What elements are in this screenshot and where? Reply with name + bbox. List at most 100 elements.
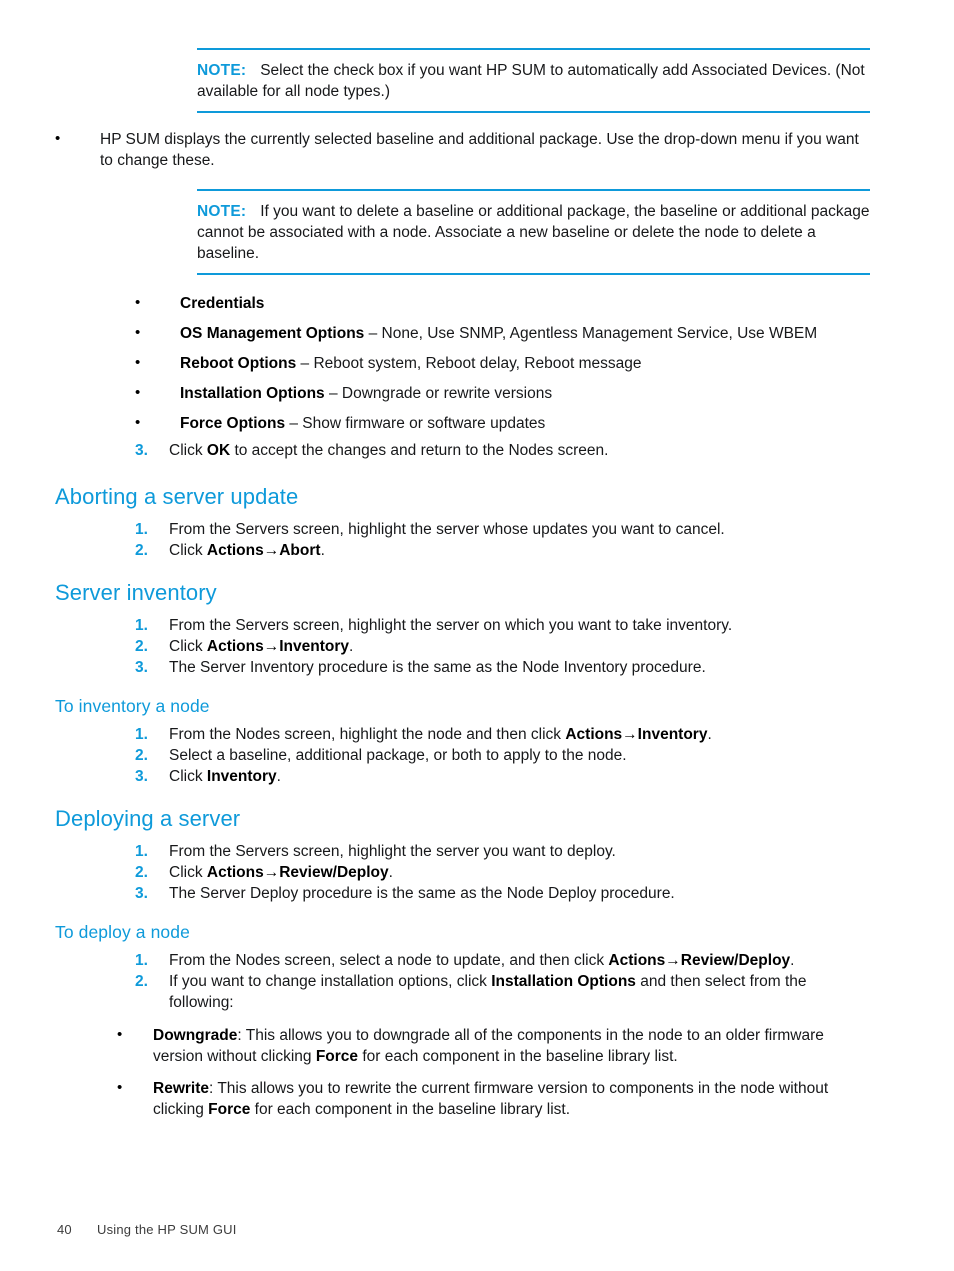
document-page: NOTE: Select the check box if you want HP…: [0, 0, 954, 1271]
note-1-text: Select the check box if you want HP SUM …: [197, 62, 865, 100]
sub-bullet-part2: for each component in the baseline libra…: [358, 1048, 678, 1065]
list-item: Rewrite: This allows you to rewrite the …: [117, 1077, 870, 1120]
step-number: 2.: [135, 747, 148, 764]
step-text-pre: From the Nodes screen, select a node to …: [169, 952, 609, 969]
list-item: 3. The Server Inventory procedure is the …: [135, 657, 870, 678]
list-item: Downgrade: This allows you to downgrade …: [117, 1024, 870, 1067]
step-text-pre: Click: [169, 864, 207, 881]
option-desc: – Downgrade or rewrite versions: [324, 385, 553, 402]
list-item: 3. The Server Deploy procedure is the sam…: [135, 883, 870, 904]
option-term: Credentials: [180, 295, 265, 312]
step-text-bold: Actions→Review/Deploy: [608, 952, 791, 969]
step-text-bold: Inventory: [206, 768, 277, 785]
step-number: 1.: [135, 726, 148, 743]
section-heading-to-inventory-a-node: To inventory a node: [55, 696, 210, 716]
step-text-pre: From the Servers screen, highlight the s…: [169, 617, 733, 634]
option-term: Installation Options: [180, 385, 325, 402]
option-term: OS Management Options: [180, 325, 365, 342]
step-text-pre: Click: [169, 542, 207, 559]
list-item: OS Management Options – None, Use SNMP, …: [135, 322, 870, 344]
step-number: 1.: [135, 952, 148, 969]
steps-to-inventory-a-node: 1. From the Nodes screen, highlight the n…: [135, 724, 870, 787]
sub-bullet-bold2: Force: [208, 1101, 251, 1118]
step-text-pre: The Server Deploy procedure is the same …: [169, 885, 675, 902]
steps-deploying-a-server: 1. From the Servers screen, highlight the…: [135, 841, 870, 904]
options-bullet-list: Credentials OS Management Options – None…: [135, 292, 870, 434]
step-text-bold: OK: [206, 442, 231, 459]
step-text-post: .: [349, 638, 354, 655]
sub-bullet-term: Rewrite: [153, 1080, 209, 1097]
step-text-post: .: [707, 726, 712, 743]
footer-chapter-title: Using the HP SUM GUI: [97, 1222, 237, 1237]
section-heading-aborting-a-server-update: Aborting a server update: [55, 484, 299, 509]
sub-bullet-part2: for each component in the baseline libra…: [250, 1101, 571, 1118]
option-term: Reboot Options: [180, 355, 297, 372]
list-item: 2. Click Actions→Inventory.: [135, 636, 870, 657]
step-text-post: to accept the changes and return to the …: [230, 442, 609, 459]
step-text-pre: If you want to change installation optio…: [169, 973, 492, 990]
list-item: 2. Select a baseline, additional package,…: [135, 745, 870, 766]
steps-aborting-a-server-update: 1. From the Servers screen, highlight the…: [135, 519, 870, 561]
steps-server-inventory: 1. From the Servers screen, highlight the…: [135, 615, 870, 678]
option-desc: – None, Use SNMP, Agentless Management S…: [364, 325, 818, 342]
list-item: 3. Click Inventory.: [135, 766, 870, 787]
step-text-pre: From the Servers screen, highlight the s…: [169, 843, 616, 860]
option-desc: – Show firmware or software updates: [285, 415, 546, 432]
step-text-post: .: [790, 952, 795, 969]
list-item: 3. Click OK to accept the changes and ret…: [135, 440, 870, 461]
step-text-pre: Click: [169, 638, 207, 655]
list-item: 2. Click Actions→Review/Deploy.: [135, 862, 870, 883]
step-number: 2.: [135, 638, 148, 655]
note-2-text: If you want to delete a baseline or addi…: [197, 203, 870, 262]
note-2-label: NOTE:: [197, 203, 247, 220]
step-number: 1.: [135, 521, 148, 538]
step-text-pre: From the Servers screen, highlight the s…: [169, 521, 725, 538]
sub-bullet-bold2: Force: [315, 1048, 359, 1065]
note-box-1: NOTE: Select the check box if you want HP…: [197, 48, 870, 113]
step-text-bold: Actions→Inventory: [565, 726, 708, 743]
step-text-post: .: [276, 768, 281, 785]
step-number: 3.: [135, 442, 148, 459]
list-item: Credentials: [135, 292, 870, 314]
step-text-post: .: [320, 542, 325, 559]
step-number: 1.: [135, 843, 148, 860]
step-text-pre: The Server Inventory procedure is the sa…: [169, 659, 706, 676]
note-2-body: NOTE: If you want to delete a baseline or…: [197, 201, 870, 264]
step-number: 3.: [135, 768, 148, 785]
steps-to-deploy-a-node: 1. From the Nodes screen, select a node t…: [135, 950, 870, 1013]
ok-step-list: 3. Click OK to accept the changes and ret…: [135, 440, 870, 461]
step-number: 2.: [135, 864, 148, 881]
footer-page-number: 40: [57, 1222, 72, 1237]
list-item: 1. From the Nodes screen, select a node t…: [135, 950, 870, 971]
intro-bullet-text: HP SUM displays the currently selected b…: [100, 131, 859, 169]
install-option-sub-bullets: Downgrade: This allows you to downgrade …: [117, 1024, 870, 1120]
list-item: 1. From the Servers screen, highlight the…: [135, 615, 870, 636]
step-text-bold: Installation Options: [491, 973, 636, 990]
step-number: 1.: [135, 617, 148, 634]
step-number: 2.: [135, 542, 148, 559]
option-desc: – Reboot system, Reboot delay, Reboot me…: [296, 355, 642, 372]
step-number: 2.: [135, 973, 148, 990]
step-text-pre: Click: [169, 768, 207, 785]
intro-bullet-list: HP SUM displays the currently selected b…: [55, 128, 870, 171]
step-text-pre: Click: [169, 442, 207, 459]
step-number: 3.: [135, 885, 148, 902]
list-item: Reboot Options – Reboot system, Reboot d…: [135, 352, 870, 374]
step-text-pre: Select a baseline, additional package, o…: [169, 747, 627, 764]
list-item: Force Options – Show firmware or softwar…: [135, 412, 870, 434]
sub-bullet-term: Downgrade: [153, 1027, 238, 1044]
page-content: NOTE: Select the check box if you want HP…: [55, 48, 870, 1131]
option-term: Force Options: [180, 415, 286, 432]
section-heading-deploying-a-server: Deploying a server: [55, 806, 241, 831]
note-1-body: NOTE: Select the check box if you want HP…: [197, 60, 870, 102]
